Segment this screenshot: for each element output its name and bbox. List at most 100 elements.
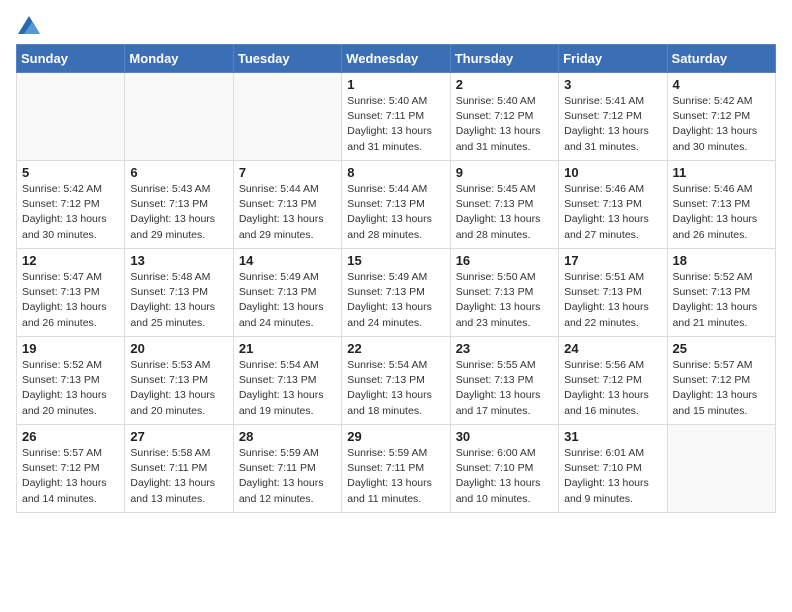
day-number: 23 (456, 341, 553, 356)
calendar-cell (667, 425, 775, 513)
calendar-cell: 17 Sunrise: 5:51 AM Sunset: 7:13 PM Dayli… (559, 249, 667, 337)
day-number: 15 (347, 253, 444, 268)
day-number: 22 (347, 341, 444, 356)
day-info: Sunrise: 5:54 AM Sunset: 7:13 PM Dayligh… (239, 358, 336, 419)
day-number: 27 (130, 429, 227, 444)
day-number: 29 (347, 429, 444, 444)
day-info: Sunrise: 5:55 AM Sunset: 7:13 PM Dayligh… (456, 358, 553, 419)
day-info: Sunrise: 5:49 AM Sunset: 7:13 PM Dayligh… (239, 270, 336, 331)
day-number: 16 (456, 253, 553, 268)
day-number: 11 (673, 165, 770, 180)
calendar-cell: 5 Sunrise: 5:42 AM Sunset: 7:12 PM Daylig… (17, 161, 125, 249)
weekday-header-monday: Monday (125, 45, 233, 73)
calendar-cell: 14 Sunrise: 5:49 AM Sunset: 7:13 PM Dayli… (233, 249, 341, 337)
day-info: Sunrise: 5:48 AM Sunset: 7:13 PM Dayligh… (130, 270, 227, 331)
calendar-cell: 3 Sunrise: 5:41 AM Sunset: 7:12 PM Daylig… (559, 73, 667, 161)
day-info: Sunrise: 5:59 AM Sunset: 7:11 PM Dayligh… (347, 446, 444, 507)
calendar-cell: 4 Sunrise: 5:42 AM Sunset: 7:12 PM Daylig… (667, 73, 775, 161)
day-number: 24 (564, 341, 661, 356)
logo-icon (18, 16, 40, 34)
weekday-header-wednesday: Wednesday (342, 45, 450, 73)
day-number: 1 (347, 77, 444, 92)
day-info: Sunrise: 5:47 AM Sunset: 7:13 PM Dayligh… (22, 270, 119, 331)
weekday-header-friday: Friday (559, 45, 667, 73)
calendar-cell: 22 Sunrise: 5:54 AM Sunset: 7:13 PM Dayli… (342, 337, 450, 425)
calendar-cell: 6 Sunrise: 5:43 AM Sunset: 7:13 PM Daylig… (125, 161, 233, 249)
calendar-week-row: 26Sunrise: 5:57 AM Sunset: 7:12 PM Dayli… (17, 425, 776, 513)
day-info: Sunrise: 5:46 AM Sunset: 7:13 PM Dayligh… (564, 182, 661, 243)
calendar-cell: 24 Sunrise: 5:56 AM Sunset: 7:12 PM Dayli… (559, 337, 667, 425)
day-info: Sunrise: 5:40 AM Sunset: 7:11 PM Dayligh… (347, 94, 444, 155)
day-number: 2 (456, 77, 553, 92)
weekday-header-thursday: Thursday (450, 45, 558, 73)
day-number: 17 (564, 253, 661, 268)
day-number: 14 (239, 253, 336, 268)
calendar-cell: 8Sunrise: 5:44 AM Sunset: 7:13 PM Daylig… (342, 161, 450, 249)
day-info: Sunrise: 5:43 AM Sunset: 7:13 PM Dayligh… (130, 182, 227, 243)
day-number: 13 (130, 253, 227, 268)
day-info: Sunrise: 5:59 AM Sunset: 7:11 PM Dayligh… (239, 446, 336, 507)
day-number: 28 (239, 429, 336, 444)
day-info: Sunrise: 5:58 AM Sunset: 7:11 PM Dayligh… (130, 446, 227, 507)
day-number: 30 (456, 429, 553, 444)
calendar-cell: 29 Sunrise: 5:59 AM Sunset: 7:11 PM Dayli… (342, 425, 450, 513)
day-info: Sunrise: 5:44 AM Sunset: 7:13 PM Dayligh… (239, 182, 336, 243)
day-info: Sunrise: 5:54 AM Sunset: 7:13 PM Dayligh… (347, 358, 444, 419)
day-info: Sunrise: 5:56 AM Sunset: 7:12 PM Dayligh… (564, 358, 661, 419)
day-info: Sunrise: 5:53 AM Sunset: 7:13 PM Dayligh… (130, 358, 227, 419)
calendar-header-row: SundayMondayTuesdayWednesdayThursdayFrid… (17, 45, 776, 73)
calendar-cell: 20 Sunrise: 5:53 AM Sunset: 7:13 PM Dayli… (125, 337, 233, 425)
day-number: 12 (22, 253, 119, 268)
day-info: Sunrise: 5:44 AM Sunset: 7:13 PM Dayligh… (347, 182, 444, 243)
calendar-cell: 30 Sunrise: 6:00 AM Sunset: 7:10 PM Dayli… (450, 425, 558, 513)
calendar-cell: 25Sunrise: 5:57 AM Sunset: 7:12 PM Dayli… (667, 337, 775, 425)
day-info: Sunrise: 5:40 AM Sunset: 7:12 PM Dayligh… (456, 94, 553, 155)
day-info: Sunrise: 5:50 AM Sunset: 7:13 PM Dayligh… (456, 270, 553, 331)
day-number: 25 (673, 341, 770, 356)
day-info: Sunrise: 5:51 AM Sunset: 7:13 PM Dayligh… (564, 270, 661, 331)
calendar-cell: 26Sunrise: 5:57 AM Sunset: 7:12 PM Dayli… (17, 425, 125, 513)
weekday-header-tuesday: Tuesday (233, 45, 341, 73)
page-header (16, 16, 776, 32)
day-info: Sunrise: 6:00 AM Sunset: 7:10 PM Dayligh… (456, 446, 553, 507)
day-number: 19 (22, 341, 119, 356)
calendar-cell: 23 Sunrise: 5:55 AM Sunset: 7:13 PM Dayli… (450, 337, 558, 425)
day-number: 10 (564, 165, 661, 180)
calendar-cell: 10 Sunrise: 5:46 AM Sunset: 7:13 PM Dayli… (559, 161, 667, 249)
calendar-week-row: 5 Sunrise: 5:42 AM Sunset: 7:12 PM Daylig… (17, 161, 776, 249)
calendar-cell: 1 Sunrise: 5:40 AM Sunset: 7:11 PM Daylig… (342, 73, 450, 161)
calendar-cell: 21 Sunrise: 5:54 AM Sunset: 7:13 PM Dayli… (233, 337, 341, 425)
day-number: 7 (239, 165, 336, 180)
weekday-header-sunday: Sunday (17, 45, 125, 73)
calendar-cell: 2 Sunrise: 5:40 AM Sunset: 7:12 PM Daylig… (450, 73, 558, 161)
day-number: 26 (22, 429, 119, 444)
day-info: Sunrise: 5:49 AM Sunset: 7:13 PM Dayligh… (347, 270, 444, 331)
day-number: 20 (130, 341, 227, 356)
day-info: Sunrise: 5:52 AM Sunset: 7:13 PM Dayligh… (22, 358, 119, 419)
calendar-cell: 16 Sunrise: 5:50 AM Sunset: 7:13 PM Dayli… (450, 249, 558, 337)
calendar-cell (17, 73, 125, 161)
day-number: 4 (673, 77, 770, 92)
calendar-week-row: 19 Sunrise: 5:52 AM Sunset: 7:13 PM Dayli… (17, 337, 776, 425)
calendar-week-row: 12 Sunrise: 5:47 AM Sunset: 7:13 PM Dayli… (17, 249, 776, 337)
day-number: 3 (564, 77, 661, 92)
logo (16, 16, 40, 32)
calendar-cell: 28 Sunrise: 5:59 AM Sunset: 7:11 PM Dayli… (233, 425, 341, 513)
calendar-cell: 31Sunrise: 6:01 AM Sunset: 7:10 PM Dayli… (559, 425, 667, 513)
calendar-cell (233, 73, 341, 161)
calendar-cell: 11Sunrise: 5:46 AM Sunset: 7:13 PM Dayli… (667, 161, 775, 249)
day-info: Sunrise: 5:41 AM Sunset: 7:12 PM Dayligh… (564, 94, 661, 155)
day-number: 6 (130, 165, 227, 180)
day-number: 5 (22, 165, 119, 180)
calendar-cell (125, 73, 233, 161)
calendar-cell: 13 Sunrise: 5:48 AM Sunset: 7:13 PM Dayli… (125, 249, 233, 337)
day-info: Sunrise: 5:42 AM Sunset: 7:12 PM Dayligh… (673, 94, 770, 155)
calendar-table: SundayMondayTuesdayWednesdayThursdayFrid… (16, 44, 776, 513)
calendar-cell: 15 Sunrise: 5:49 AM Sunset: 7:13 PM Dayli… (342, 249, 450, 337)
calendar-cell: 9Sunrise: 5:45 AM Sunset: 7:13 PM Daylig… (450, 161, 558, 249)
calendar-cell: 7 Sunrise: 5:44 AM Sunset: 7:13 PM Daylig… (233, 161, 341, 249)
calendar-cell: 12 Sunrise: 5:47 AM Sunset: 7:13 PM Dayli… (17, 249, 125, 337)
day-info: Sunrise: 6:01 AM Sunset: 7:10 PM Dayligh… (564, 446, 661, 507)
day-info: Sunrise: 5:42 AM Sunset: 7:12 PM Dayligh… (22, 182, 119, 243)
day-number: 21 (239, 341, 336, 356)
